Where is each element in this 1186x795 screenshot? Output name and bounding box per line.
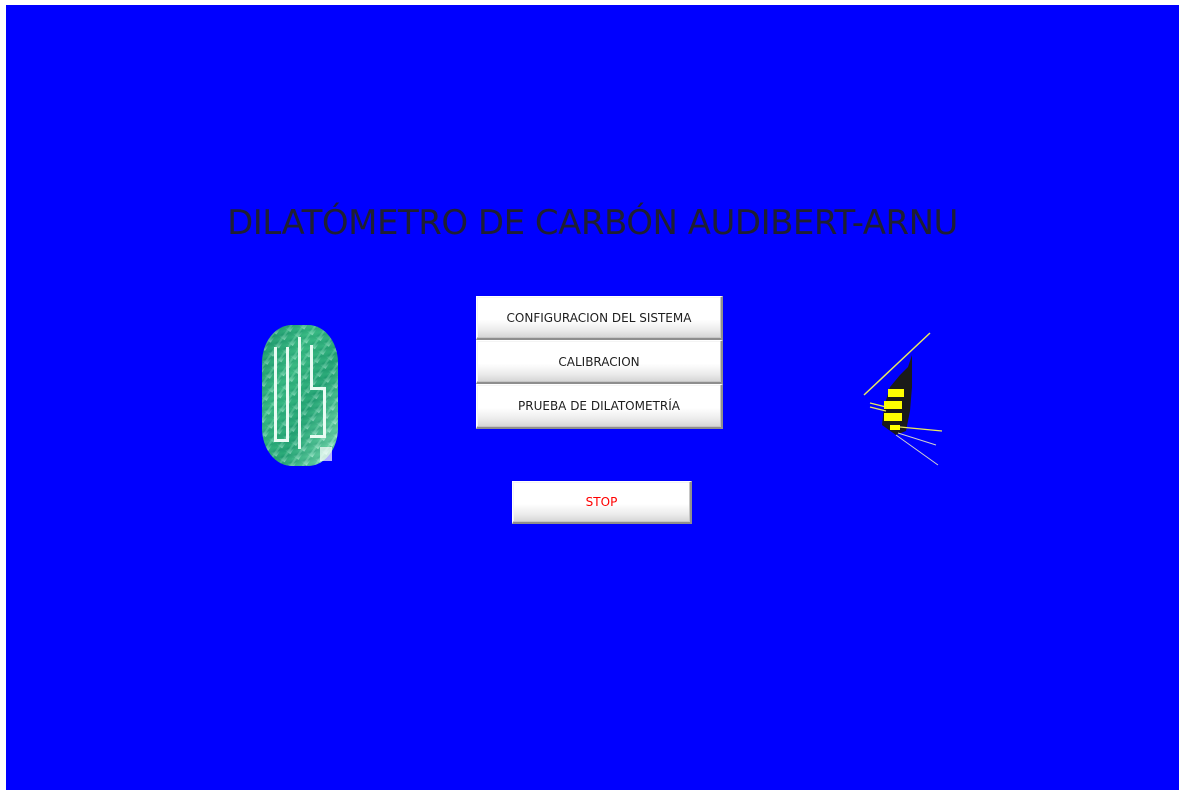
calibration-button[interactable]: CALIBRACION xyxy=(476,340,723,384)
uis-university-logo-icon xyxy=(260,323,340,468)
front-panel: DILATÓMETRO DE CARBÓN AUDIBERT-ARNU CONF… xyxy=(6,5,1179,790)
dilatometry-test-button[interactable]: PRUEBA DE DILATOMETRÍA xyxy=(476,384,723,429)
bee-logo-icon xyxy=(860,327,950,467)
page-title: DILATÓMETRO DE CARBÓN AUDIBERT-ARNU xyxy=(227,203,958,243)
stop-button[interactable]: STOP xyxy=(512,481,692,524)
system-configuration-button[interactable]: CONFIGURACION DEL SISTEMA xyxy=(476,296,723,340)
